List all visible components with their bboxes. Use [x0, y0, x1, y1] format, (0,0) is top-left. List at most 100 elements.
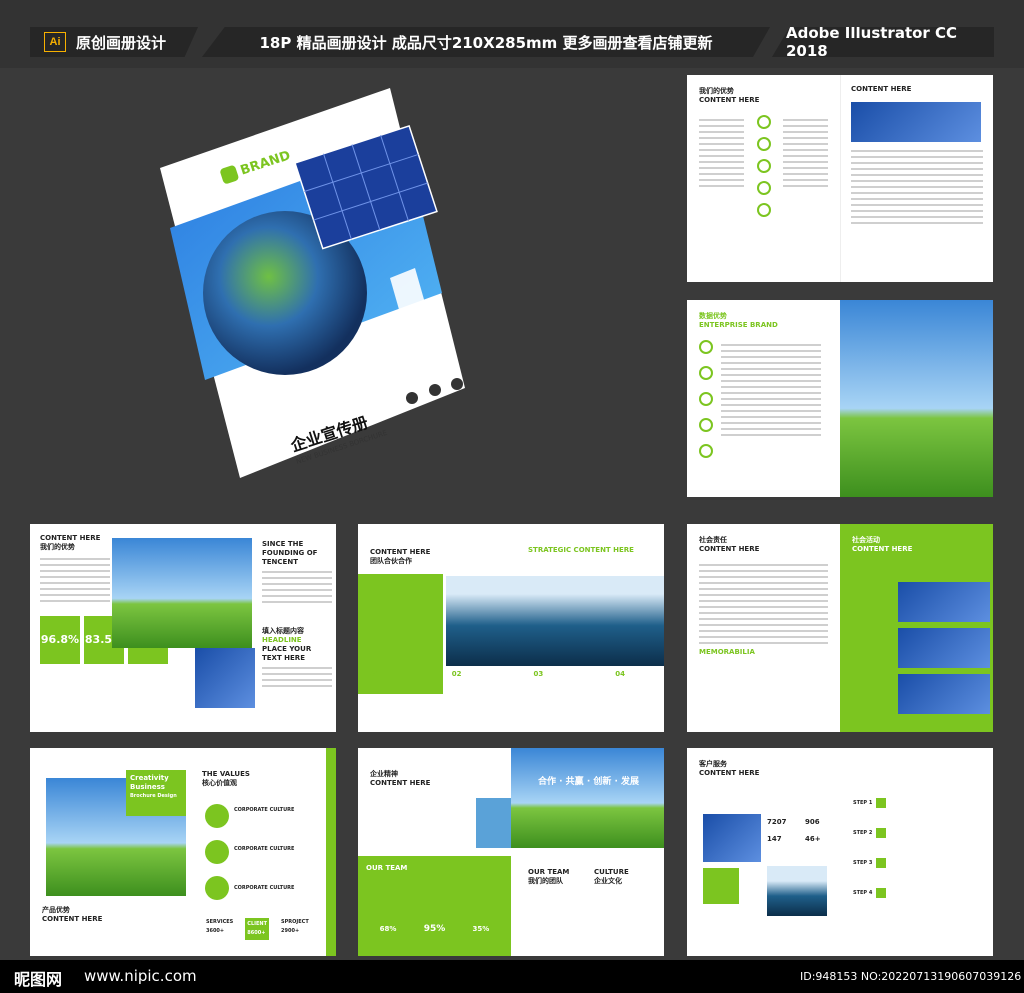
team-panel: OUR TEAM 68% 95% 35% — [358, 856, 511, 956]
creativity-box: Creativity Business Brochure Design — [126, 770, 186, 816]
service-num: 3600+ — [206, 928, 225, 934]
feature-icon — [756, 115, 771, 129]
page-title-en: ENTERPRISE BRAND — [699, 321, 778, 329]
spread-content-since: CONTENT HERE 我们的优势 96.8% 83.5% 68.5% SIN… — [30, 524, 336, 732]
step-label: STEP 2 — [853, 829, 873, 836]
top-banner: Ai 原创画册设计 18P 精品画册设计 成品尺寸210X285mm 更多画册查… — [0, 0, 1024, 68]
spread-social: 社会责任 CONTENT HERE MEMORABILIA 社会活动 CONTE… — [687, 524, 993, 732]
numbered-points: 01 02 03 04 — [370, 670, 625, 679]
icon-column — [699, 340, 713, 458]
spread4-title: CONTENT HERE 团队合伙合作 — [370, 548, 430, 566]
site-logo: 昵图网 — [14, 970, 63, 989]
body-text — [851, 150, 983, 224]
spread-advantages: 我们的优势 CONTENT HERE CONTENT HERE — [687, 75, 993, 282]
feature-icon — [699, 366, 713, 380]
spread-values: Creativity Business Brochure Design 产品优势… — [30, 748, 336, 956]
point-number: 04 — [615, 670, 625, 678]
page-title-cn: 数据优势 — [699, 312, 727, 320]
service-stat: 46+ — [805, 835, 821, 843]
team-stat: 95% — [423, 924, 446, 934]
software-tag: Adobe Illustrator CC 2018 — [772, 27, 994, 57]
step-icon — [876, 798, 887, 808]
step-label: STEP 3 — [853, 859, 873, 866]
point-number: 02 — [451, 670, 462, 678]
spread-left-page: 社会责任 CONTENT HERE MEMORABILIA — [687, 524, 840, 732]
spread-service: 客户服务 CONTENT HERE 7207 906 147 46+ STEP … — [687, 748, 993, 956]
body-text — [262, 571, 332, 603]
culture-title: CULTURE 企业文化 — [594, 868, 629, 886]
team2-en: OUR TEAM — [528, 868, 570, 876]
body-text — [262, 667, 332, 687]
spread7-title: 企业精神 CONTENT HERE — [370, 770, 430, 788]
spread-left-page: 我们的优势 CONTENT HERE — [687, 75, 840, 282]
values-circles — [205, 804, 229, 900]
text-column — [699, 115, 744, 217]
center-tag-text: 18P 精品画册设计 成品尺寸210X285mm 更多画册查看店铺更新 — [259, 33, 713, 52]
spread-strategy: CONTENT HERE 团队合伙合作 STRATEGIC CONTENT HE… — [358, 524, 664, 732]
spread-right-page: 社会活动 CONTENT HERE — [840, 524, 993, 732]
left-tag-text: 原创画册设计 — [76, 33, 167, 52]
spread-right-text: SINCE THE FOUNDING OF TENCENT 填入标题内容 HEA… — [258, 524, 336, 732]
image-id: ID:948153 NO:20220713190607039126 — [800, 970, 1022, 983]
values-en: THE VALUES — [202, 770, 250, 778]
corp-culture-list: CORPORATE CULTURE CORPORATE CULTURE CORP… — [234, 806, 294, 893]
step-label: STEP 4 — [853, 889, 873, 896]
since-title: SINCE THE FOUNDING OF TENCENT — [262, 540, 318, 566]
corp-label: CORPORATE CULTURE — [234, 807, 295, 813]
corp-label: CORPORATE CULTURE — [234, 846, 295, 852]
service-label: CLIENT — [247, 921, 268, 927]
team2-cn: 我们的团队 — [528, 877, 563, 885]
page-title-en: CONTENT HERE — [370, 548, 431, 556]
iceberg-photo — [446, 576, 664, 666]
values-title: THE VALUES 核心价值观 — [202, 770, 250, 788]
feature-icon — [699, 444, 713, 458]
right-title-en: CONTENT HERE — [852, 545, 913, 553]
feature-icon — [756, 181, 771, 195]
service-stats: 7207 906 147 46+ — [767, 818, 835, 844]
site-url[interactable]: www.nipic.com — [84, 967, 197, 985]
team-title: OUR TEAM — [366, 864, 408, 872]
cover-illustration — [160, 88, 465, 478]
feature-icon — [756, 159, 771, 173]
green-edge — [326, 748, 336, 956]
iceberg-photo — [767, 866, 827, 916]
values-cn: 核心价值观 — [202, 779, 237, 787]
product-title-cn: 产品优势 — [42, 906, 70, 914]
original-design-tag: Ai 原创画册设计 — [30, 27, 198, 57]
service-label: SPROJECT — [281, 919, 309, 925]
memorabilia-label: MEMORABILIA — [699, 648, 755, 656]
brochure-text: Brochure Design — [130, 793, 177, 799]
page-title-en: CONTENT HERE — [699, 545, 760, 553]
culture-en: CULTURE — [594, 868, 629, 876]
slogan: 合作 · 共赢 · 创新 · 发展 — [538, 777, 640, 787]
step-label: STEP 1 — [853, 799, 873, 806]
team-stats: 68% 95% 35% — [366, 925, 503, 934]
house-photo — [898, 674, 990, 714]
body-text — [699, 564, 828, 644]
illustrator-icon: Ai — [44, 32, 66, 52]
service-label: SERVICES — [206, 919, 234, 925]
service-stat: 7207 — [767, 818, 787, 826]
right-title-cn: 社会活动 — [852, 536, 880, 544]
cover-mockup: BRAND 企业宣传册 NEW BUSINESS BORCHURE — [160, 88, 470, 478]
solar-photo — [703, 814, 761, 862]
spread-enterprise-brand: 数据优势 ENTERPRISE BRAND — [687, 300, 993, 497]
service-num: 8600+ — [247, 930, 266, 936]
house-photo — [898, 628, 990, 668]
service-num: 2900+ — [281, 928, 300, 934]
page-title-cn: 我们的优势 — [699, 87, 734, 95]
text-column — [783, 115, 828, 217]
spread-right-page: CONTENT HERE — [840, 75, 993, 282]
house-photo — [898, 582, 990, 622]
page-title-en: CONTENT HERE — [699, 769, 760, 777]
service-stat: 906 — [805, 818, 820, 826]
solar-slogan-photo — [511, 748, 664, 848]
services-row: SERVICES 3600+ CLIENT 8600+ SPROJECT 2900+ — [206, 918, 309, 940]
headline-cn: 填入标题内容 — [262, 627, 304, 635]
strategy-title: STRATEGIC CONTENT HERE — [528, 546, 634, 554]
feature-icon — [699, 418, 713, 432]
team-stat: 68% — [379, 925, 397, 933]
footer-bar: 昵图网 www.nipic.com ID:948153 NO:202207131… — [0, 960, 1024, 993]
feature-icon — [699, 392, 713, 406]
right-title: CONTENT HERE — [851, 85, 912, 93]
